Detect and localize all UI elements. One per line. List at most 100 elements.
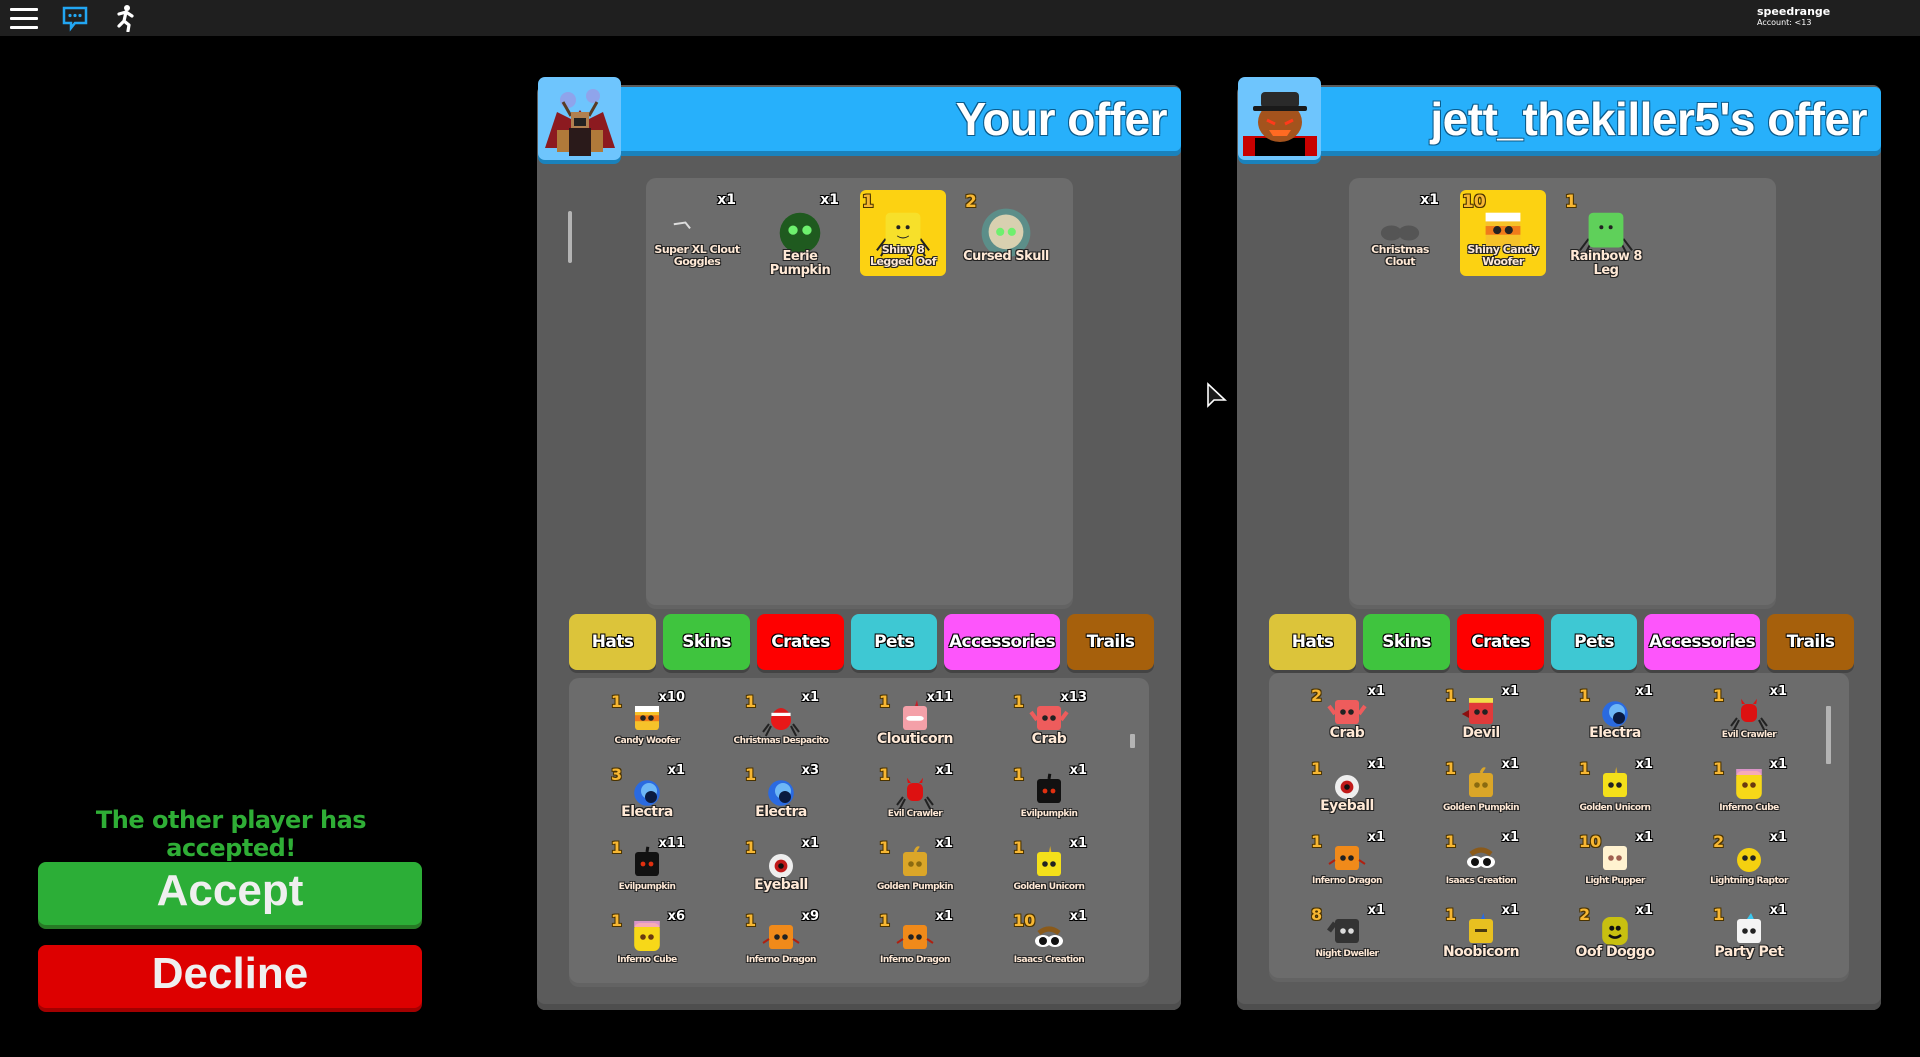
offered-item[interactable]: 10 Shiny Candy Woofer: [1460, 190, 1546, 276]
inventory-item[interactable]: 2 x1 Oof Doggo: [1567, 903, 1663, 975]
item-quantity: x1: [1769, 903, 1787, 918]
item-tier: 1: [1311, 832, 1323, 851]
inventory-item[interactable]: 1 x1 Party Pet: [1701, 903, 1797, 975]
item-tier: 1: [611, 838, 623, 857]
inventory-item[interactable]: 1 x1 Isaacs Creation: [1433, 830, 1529, 902]
item-tier: 2: [1713, 832, 1725, 851]
inventory-item[interactable]: 1 x1 Evilpumpkin: [1001, 763, 1097, 835]
item-tier: 1: [1713, 686, 1725, 705]
item-tier: 2: [1579, 905, 1591, 924]
tab-pets[interactable]: Pets: [1551, 614, 1637, 670]
tab-trails[interactable]: Trails: [1067, 614, 1154, 670]
inventory-item[interactable]: 1 x10 Candy Woofer: [599, 690, 695, 762]
item-tier: 1: [745, 692, 757, 711]
inventory-item[interactable]: 1 x6 Inferno Cube: [599, 909, 695, 981]
emote-running-icon[interactable]: [110, 4, 140, 33]
item-name: Isaacs Creation: [1013, 955, 1085, 965]
item-quantity: x13: [1060, 690, 1087, 705]
tab-skins[interactable]: Skins: [663, 614, 750, 670]
item-tier: 10: [1579, 832, 1602, 851]
item-quantity: x1: [1501, 903, 1519, 918]
inventory-item[interactable]: 1 x1 Inferno Cube: [1701, 757, 1797, 829]
item-quantity: x1: [820, 192, 839, 208]
inventory-item[interactable]: 1 x1 Golden Unicorn: [1567, 757, 1663, 829]
item-quantity: x1: [801, 836, 819, 851]
inventory-item[interactable]: 1 x1 Evil Crawler: [1701, 684, 1797, 756]
item-name: Noobicorn: [1442, 944, 1520, 960]
inventory-item[interactable]: 1 x1 Golden Pumpkin: [867, 836, 963, 908]
offer-title: Your offer: [955, 93, 1168, 145]
item-name: Eyeball: [754, 877, 808, 893]
inventory-item[interactable]: 1 x1 Golden Pumpkin: [1433, 757, 1529, 829]
item-quantity: x1: [1635, 830, 1653, 845]
tab-accessories[interactable]: Accessories: [1644, 614, 1760, 670]
inventory-item[interactable]: 3 x1 Electra: [599, 763, 695, 835]
item-quantity: x1: [1769, 757, 1787, 772]
decline-button[interactable]: Decline: [38, 945, 422, 1008]
item-tier: 3: [611, 765, 623, 784]
inventory-item[interactable]: 1 x1 Inferno Dragon: [1299, 830, 1395, 902]
inventory-item[interactable]: 10 x1 Light Pupper: [1567, 830, 1663, 902]
inventory-item[interactable]: 10 x1 Isaacs Creation: [1001, 909, 1097, 981]
golden-pumpkin-icon: [1469, 767, 1493, 797]
offered-item[interactable]: x1 Eerie Pumpkin: [757, 190, 843, 278]
inventory-scrollbar[interactable]: [1826, 706, 1831, 764]
inventory-item[interactable]: 1 x11 Clouticorn: [867, 690, 963, 762]
offer-scrollbar[interactable]: [568, 211, 572, 263]
inventory-item[interactable]: 1 x1 Inferno Dragon: [867, 909, 963, 981]
inventory-item[interactable]: 1 x1 Golden Unicorn: [1001, 836, 1097, 908]
offer-header: jett_thekiller5's offer: [1277, 87, 1881, 151]
item-tier: 1: [1579, 759, 1591, 778]
item-quantity: x1: [1367, 903, 1385, 918]
tab-hats[interactable]: Hats: [1269, 614, 1356, 670]
inventory-item[interactable]: 1 x1 Eyeball: [733, 836, 829, 908]
tab-trails[interactable]: Trails: [1767, 614, 1854, 670]
item-quantity: x1: [1367, 684, 1385, 699]
offered-item[interactable]: x1 Super XL Clout Goggles: [654, 190, 740, 276]
inventory-item[interactable]: 1 x1 Devil: [1433, 684, 1529, 756]
inventory-scrollbar[interactable]: [1130, 734, 1135, 748]
chat-icon[interactable]: [60, 4, 90, 32]
inventory-item[interactable]: 1 x1 Christmas Despacito: [733, 690, 830, 762]
item-tier: 1: [1713, 905, 1725, 924]
tab-crates[interactable]: Crates: [757, 614, 844, 670]
item-tier: 1: [1013, 765, 1025, 784]
inventory-item[interactable]: 1 x9 Inferno Dragon: [733, 909, 829, 981]
inventory-item[interactable]: 2 x1 Crab: [1299, 684, 1395, 756]
item-quantity: x1: [1635, 684, 1653, 699]
golden-unicorn-icon: [1037, 846, 1061, 876]
offered-item[interactable]: x1 Christmas Clout: [1357, 190, 1443, 276]
inferno-dragon-icon: [762, 925, 800, 949]
offered-items-box: x1 Super XL Clout Goggles x1 Eerie Pumpkin 1…: [646, 178, 1073, 605]
inventory-item[interactable]: 1 x1 Electra: [1567, 684, 1663, 756]
inventory-item[interactable]: 2 x1 Lightning Raptor: [1701, 830, 1797, 902]
tab-skins[interactable]: Skins: [1363, 614, 1450, 670]
item-tier: 1: [1445, 759, 1457, 778]
golden-pumpkin-icon: [903, 846, 927, 876]
offered-item[interactable]: 1 Shiny 8 Legged Oof: [860, 190, 946, 276]
item-name: Cursed Skull: [963, 249, 1049, 264]
inventory-item[interactable]: 1 x11 Evilpumpkin: [599, 836, 695, 908]
isaacs-creation-icon: [1467, 847, 1495, 868]
account-age-label: Account: <13: [1757, 18, 1812, 27]
tab-accessories[interactable]: Accessories: [944, 614, 1060, 670]
tab-pets[interactable]: Pets: [851, 614, 937, 670]
item-name: Inferno Dragon: [880, 955, 950, 965]
tab-hats[interactable]: Hats: [569, 614, 656, 670]
inventory-item[interactable]: 1 x1 Noobicorn: [1433, 903, 1529, 975]
hamburger-menu-icon[interactable]: [10, 4, 40, 32]
inferno-cube-icon: [1736, 769, 1762, 799]
trade-status-message: The other player has accepted!: [95, 806, 367, 862]
offered-item[interactable]: 1 Rainbow 8 Leg: [1563, 190, 1649, 278]
account-info: speedrange Account: <13: [1757, 5, 1830, 28]
inventory-item[interactable]: 8 x1 Night Dweller: [1299, 903, 1395, 975]
offered-item[interactable]: 2 Cursed Skull: [963, 190, 1049, 276]
accept-button[interactable]: Accept: [38, 862, 422, 925]
inventory-item[interactable]: 1 x1 Evil Crawler: [867, 763, 963, 835]
inventory-item[interactable]: 1 x1 Eyeball: [1299, 757, 1395, 829]
inventory-item[interactable]: 1 x3 Electra: [733, 763, 829, 835]
inventory-item[interactable]: 1 x13 Crab: [1001, 690, 1097, 762]
item-name: Devil: [1462, 725, 1500, 741]
player-avatar: [538, 77, 621, 160]
tab-crates[interactable]: Crates: [1457, 614, 1544, 670]
